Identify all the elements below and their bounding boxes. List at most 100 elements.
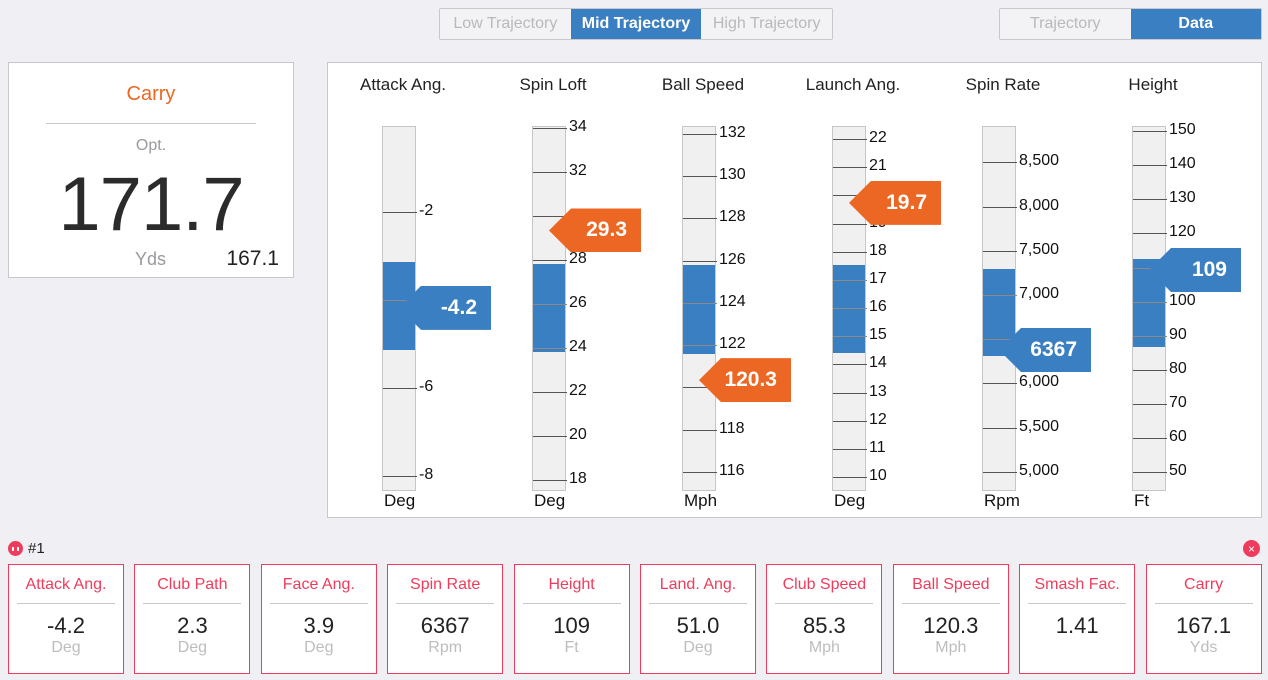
gauge-tick-label: 130: [1169, 189, 1196, 207]
stat-value: 167.1: [1176, 613, 1232, 638]
gauge-tick: [683, 345, 717, 347]
stat-card-land-ang[interactable]: Land. Ang. 51.0 Deg: [640, 564, 756, 674]
stat-label: Carry: [1184, 576, 1224, 593]
stat-divider: [649, 603, 747, 604]
gauge-tick-label: 5,500: [1019, 417, 1060, 435]
optimal-label: Opt.: [135, 137, 167, 154]
carry-unit: Yds: [135, 249, 167, 269]
gauge-tick: [1133, 199, 1167, 201]
close-shot-button[interactable]: ×: [1243, 540, 1260, 557]
gauge-tick-label: 7,500: [1019, 240, 1060, 258]
gauge-spin-loft: Spin Loft 34 32 28 26 24 22 20 18 Deg 29.3: [478, 63, 641, 519]
gauge-tick: [1133, 472, 1167, 474]
gauge-height: Height 150 140 130 120 100 90 80 70 60 50 Ft 109: [1078, 63, 1241, 519]
stat-card-face-ang[interactable]: Face Ang. 3.9 Deg: [260, 564, 377, 674]
stat-card-ball-speed[interactable]: Ball Speed 120.3 Mph: [892, 564, 1009, 674]
gauge-tick-label: 18: [869, 241, 887, 259]
gauge-spin-rate: Spin Rate 8,500 8,000 7,500 7,000 6,000 5,500 5…: [928, 63, 1091, 519]
stat-card-attack-ang[interactable]: Attack Ang. -4.2 Deg: [8, 564, 124, 674]
tab-trajectory-view[interactable]: Trajectory: [1000, 9, 1131, 39]
gauge-tick: [533, 304, 567, 305]
gauge-tick: [1133, 131, 1167, 133]
actual-carry-value: 167.1: [226, 247, 279, 270]
gauge-tick-label: 132: [719, 123, 746, 141]
gauge-title: Spin Loft: [519, 75, 587, 94]
stat-value: 2.3: [177, 613, 208, 638]
stat-value: 109: [553, 613, 590, 638]
stat-unit: Deg: [683, 639, 713, 656]
stat-card-height[interactable]: Height 109 Ft: [513, 564, 630, 674]
stat-card-club-speed[interactable]: Club Speed 85.3 Mph: [766, 564, 883, 674]
tab-mid-trajectory[interactable]: Mid Trajectory: [570, 9, 702, 39]
gauge-tick: [833, 420, 867, 422]
stat-label: Attack Ang.: [25, 576, 107, 593]
stat-divider: [396, 603, 495, 604]
stat-card-spin-rate[interactable]: Spin Rate 6367 Rpm: [387, 564, 504, 674]
stat-unit: Ft: [564, 639, 579, 656]
stat-label: Club Path: [157, 576, 228, 593]
gauge-tick-label: 14: [869, 354, 887, 372]
stat-divider: [17, 603, 115, 604]
stat-unit: Deg: [177, 639, 208, 656]
gauge-tick-label: 130: [719, 166, 746, 184]
gauge-tick-label: 34: [569, 118, 587, 136]
gauge-title: Ball Speed: [661, 75, 745, 94]
trajectory-selector: Low Trajectory Mid Trajectory High Traje…: [439, 8, 833, 40]
gauge-tick-label: 20: [569, 425, 587, 443]
gauge-tick: [533, 172, 567, 174]
stat-label: Land. Ang.: [659, 576, 737, 593]
gauge-tick: [533, 128, 567, 130]
stat-label: Face Ang.: [282, 576, 355, 593]
gauge-tick: [983, 206, 1017, 208]
gauge-tick: [683, 471, 717, 473]
gauge-tick-label: 15: [869, 326, 887, 344]
gauge-tick: [683, 133, 717, 135]
stat-unit: Yds: [1189, 639, 1218, 656]
gauge-tick-label: 28: [569, 250, 587, 268]
gauge-unit: Mph: [684, 491, 718, 510]
gauge-tick-label: -8: [419, 466, 434, 484]
stat-card-club-path[interactable]: Club Path 2.3 Deg: [134, 564, 251, 674]
gauge-tick: [533, 391, 567, 393]
gauge-attack-ang: Attack Ang. -2 -6 -8 Deg -4.2: [328, 63, 491, 519]
gauge-tick: [533, 216, 567, 218]
gauge-tick-label: 80: [1169, 359, 1187, 377]
shot-icon[interactable]: [8, 541, 23, 556]
optimal-range-band: [683, 264, 715, 354]
gauge-track: [682, 126, 717, 491]
gauge-tick: [833, 139, 867, 141]
stat-label: Spin Rate: [410, 576, 481, 593]
gauge-unit: Ft: [1134, 491, 1150, 510]
gauge-tick-label: 22: [569, 381, 587, 399]
gauge-tick: [983, 383, 1017, 385]
stat-unit: Mph: [808, 639, 840, 656]
gauge-tick-label: 7,000: [1019, 285, 1060, 303]
optimal-range-band: [533, 264, 565, 353]
gauge-tick: [983, 250, 1017, 252]
stat-divider: [775, 603, 874, 604]
gauge-tick-label: 126: [719, 250, 746, 268]
gauge-tick: [1133, 369, 1167, 371]
tab-low-trajectory[interactable]: Low Trajectory: [440, 9, 571, 39]
gauge-title: Spin Rate: [965, 75, 1041, 94]
gauge-tick-label: 8,000: [1019, 196, 1060, 214]
stat-value: 3.9: [303, 613, 335, 638]
gauge-tick-label: 100: [1169, 291, 1196, 309]
gauge-unit: Deg: [384, 491, 416, 510]
gauge-tick-label: 11: [869, 438, 886, 456]
stat-card-smash-fac[interactable]: Smash Fac. 1.41: [1019, 564, 1136, 674]
gauge-unit: Rpm: [984, 491, 1020, 510]
gauge-tick-label: 120: [1169, 223, 1196, 241]
carry-title: Carry: [126, 83, 176, 105]
gauge-tick: [833, 336, 867, 338]
tab-high-trajectory[interactable]: High Trajectory: [701, 9, 832, 39]
gauge-tick: [833, 448, 867, 450]
tab-data-view[interactable]: Data: [1130, 9, 1261, 39]
stat-divider: [1154, 603, 1253, 604]
gauge-title: Height: [1128, 75, 1178, 94]
gauge-tick: [983, 427, 1017, 429]
carry-card: Carry Opt. 171.7 Yds 167.1: [8, 62, 294, 278]
gauge-tick-label: 6,000: [1019, 373, 1060, 391]
stat-card-carry[interactable]: Carry 167.1 Yds: [1145, 564, 1262, 674]
carry-divider: [46, 123, 256, 124]
